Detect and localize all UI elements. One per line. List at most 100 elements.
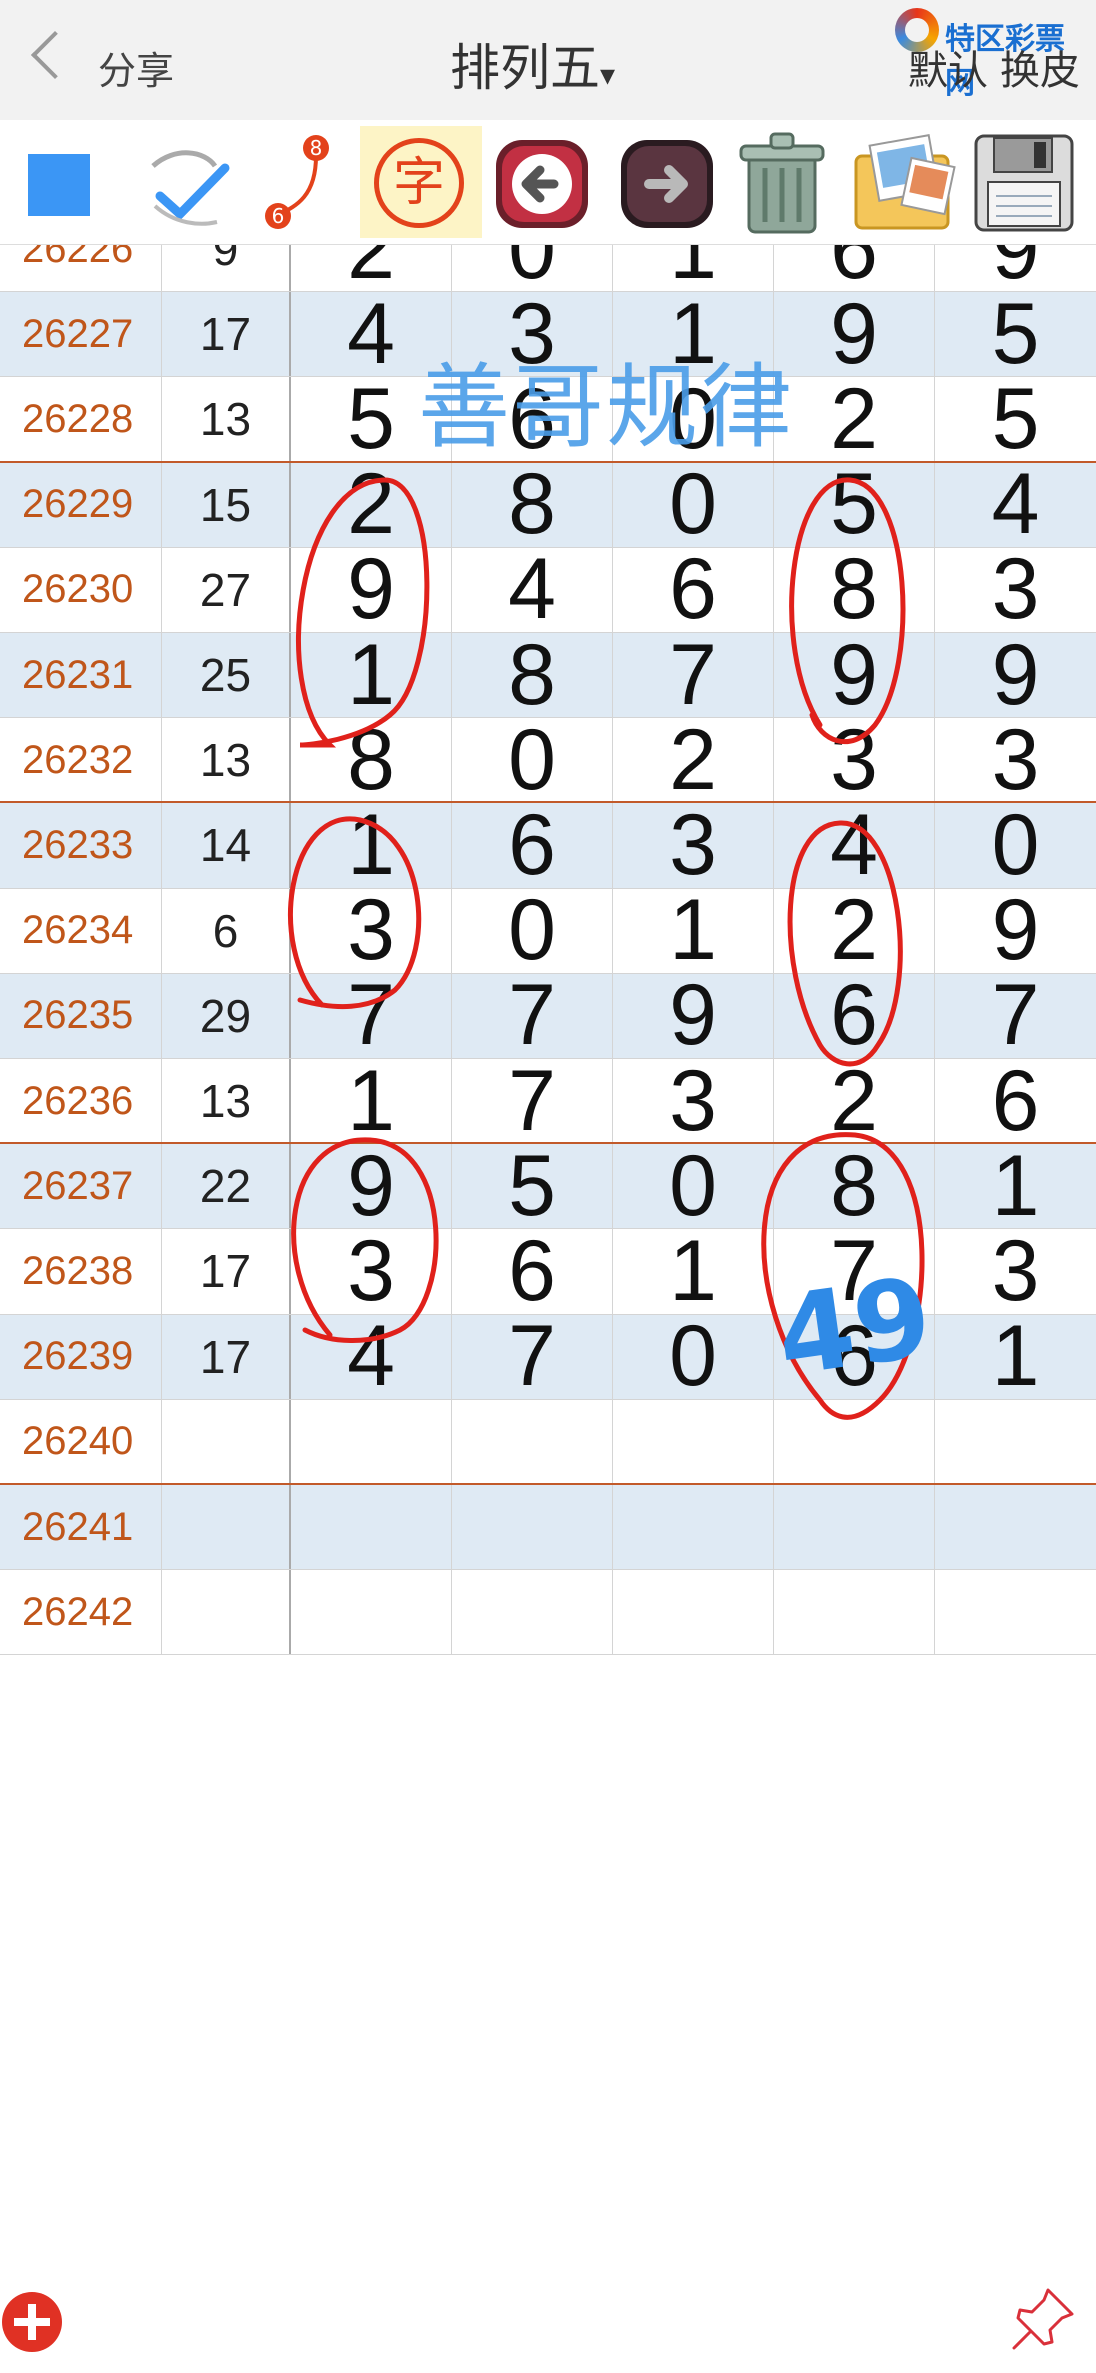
- digit-position-1[interactable]: [291, 1399, 452, 1484]
- digit-position-1[interactable]: 3: [291, 882, 452, 978]
- digit-position-2[interactable]: 6: [452, 1223, 613, 1319]
- digit-position-1[interactable]: 4: [291, 1308, 452, 1404]
- image-icon[interactable]: [848, 126, 960, 238]
- digit-position-1[interactable]: 7: [291, 967, 452, 1063]
- digit-position-4[interactable]: [774, 1485, 935, 1570]
- digit-position-1[interactable]: 3: [291, 1223, 452, 1319]
- digit-position-1[interactable]: 9: [291, 1138, 452, 1234]
- digit-position-5[interactable]: 9: [935, 627, 1096, 723]
- digit-position-5[interactable]: 5: [935, 371, 1096, 467]
- table-row[interactable]: 26237 22 9 5 0 8 1: [0, 1138, 1096, 1234]
- table-row[interactable]: 26239 17 4 7 0 6 1: [0, 1308, 1096, 1404]
- digit-position-4[interactable]: 2: [774, 371, 935, 467]
- digit-position-3[interactable]: 3: [613, 797, 774, 893]
- text-icon[interactable]: 字: [360, 126, 482, 238]
- digit-position-2[interactable]: 0: [452, 882, 613, 978]
- digit-position-2[interactable]: 6: [452, 797, 613, 893]
- results-table[interactable]: 26226 9 2 0 1 6 9 26227 17 4 3 1 9 5 26228 13 5 6 0 2 5 26229…: [0, 245, 1096, 2373]
- digit-position-4[interactable]: [774, 1399, 935, 1484]
- digit-position-5[interactable]: 3: [935, 712, 1096, 808]
- digit-position-2[interactable]: 8: [452, 627, 613, 723]
- digit-position-1[interactable]: 2: [291, 456, 452, 552]
- table-row[interactable]: 26242: [0, 1570, 1096, 1656]
- back-button[interactable]: 分享: [30, 30, 180, 93]
- table-row[interactable]: 26238 17 3 6 1 7 3: [0, 1223, 1096, 1319]
- digit-position-5[interactable]: 6: [935, 1053, 1096, 1149]
- digit-position-4[interactable]: 6: [774, 967, 935, 1063]
- digit-position-5[interactable]: 0: [935, 797, 1096, 893]
- square-color-icon[interactable]: [28, 154, 90, 216]
- digit-position-3[interactable]: [613, 1485, 774, 1570]
- add-button[interactable]: [2, 2292, 62, 2352]
- digit-position-5[interactable]: [935, 1400, 1096, 1484]
- table-row[interactable]: 26230 27 9 4 6 8 3: [0, 541, 1096, 637]
- digit-position-2[interactable]: 0: [452, 712, 613, 808]
- table-row[interactable]: 26240: [0, 1399, 1096, 1485]
- digit-position-3[interactable]: 2: [613, 712, 774, 808]
- digit-position-3[interactable]: 0: [613, 1138, 774, 1234]
- table-row[interactable]: 26229 15 2 8 0 5 4: [0, 456, 1096, 552]
- digit-position-4[interactable]: 9: [774, 286, 935, 382]
- digit-position-4[interactable]: 2: [774, 882, 935, 978]
- digit-position-4[interactable]: 7: [774, 1223, 935, 1319]
- digit-position-5[interactable]: 1: [935, 1138, 1096, 1234]
- digit-position-2[interactable]: [452, 1570, 613, 1655]
- digit-position-5[interactable]: 7: [935, 967, 1096, 1063]
- digit-position-5[interactable]: 4: [935, 456, 1096, 552]
- digit-position-2[interactable]: [452, 1485, 613, 1570]
- digit-position-3[interactable]: 1: [613, 882, 774, 978]
- digit-position-3[interactable]: 1: [613, 1223, 774, 1319]
- digit-position-5[interactable]: [935, 1485, 1096, 1569]
- digit-position-5[interactable]: 3: [935, 1223, 1096, 1319]
- digit-position-4[interactable]: 2: [774, 1053, 935, 1149]
- digit-position-4[interactable]: 8: [774, 1138, 935, 1234]
- table-row[interactable]: 26234 6 3 0 1 2 9: [0, 882, 1096, 978]
- undo-icon[interactable]: [490, 126, 595, 238]
- table-row[interactable]: 26241: [0, 1485, 1096, 1571]
- digit-position-3[interactable]: [613, 1570, 774, 1655]
- digit-position-1[interactable]: 9: [291, 541, 452, 637]
- digit-position-1[interactable]: 1: [291, 1053, 452, 1149]
- digit-position-2[interactable]: 7: [452, 1308, 613, 1404]
- digit-position-3[interactable]: 7: [613, 627, 774, 723]
- digit-position-5[interactable]: 9: [935, 882, 1096, 978]
- table-row[interactable]: 26233 14 1 6 3 4 0: [0, 797, 1096, 893]
- pin-icon[interactable]: [1008, 2282, 1080, 2354]
- redo-icon[interactable]: [615, 126, 720, 238]
- digit-position-3[interactable]: [613, 1399, 774, 1484]
- digit-position-2[interactable]: [452, 1399, 613, 1484]
- share-label[interactable]: 分享: [98, 40, 174, 95]
- digit-position-4[interactable]: 9: [774, 627, 935, 723]
- table-row[interactable]: 26232 13 8 0 2 3 3: [0, 712, 1096, 808]
- digit-position-1[interactable]: [291, 1485, 452, 1570]
- digit-position-1[interactable]: 1: [291, 797, 452, 893]
- digit-position-2[interactable]: 4: [452, 541, 613, 637]
- digit-position-3[interactable]: 3: [613, 1053, 774, 1149]
- digit-position-5[interactable]: 5: [935, 286, 1096, 382]
- trash-icon[interactable]: [725, 126, 837, 238]
- digit-position-4[interactable]: 8: [774, 541, 935, 637]
- digit-position-3[interactable]: 0: [613, 1308, 774, 1404]
- digit-position-3[interactable]: 0: [613, 456, 774, 552]
- table-row[interactable]: 26235 29 7 7 9 6 7: [0, 967, 1096, 1063]
- digit-position-4[interactable]: 6: [774, 1308, 935, 1404]
- lottery-type-selector[interactable]: 排列五▾: [450, 28, 615, 100]
- change-skin-button[interactable]: 换皮: [1000, 48, 1080, 94]
- save-icon[interactable]: [968, 126, 1080, 238]
- digit-position-3[interactable]: 6: [613, 541, 774, 637]
- digit-position-4[interactable]: [774, 1570, 935, 1655]
- pen-icon[interactable]: [145, 126, 235, 238]
- digit-position-5[interactable]: [935, 1570, 1096, 1654]
- digit-position-3[interactable]: 9: [613, 967, 774, 1063]
- digit-position-2[interactable]: 7: [452, 967, 613, 1063]
- digit-position-2[interactable]: 8: [452, 456, 613, 552]
- digit-position-5[interactable]: 1: [935, 1308, 1096, 1404]
- digit-position-5[interactable]: 3: [935, 541, 1096, 637]
- digit-position-2[interactable]: 5: [452, 1138, 613, 1234]
- digit-position-4[interactable]: 3: [774, 712, 935, 808]
- digit-position-2[interactable]: 7: [452, 1053, 613, 1149]
- table-row[interactable]: 26231 25 1 8 7 9 9: [0, 627, 1096, 723]
- digit-position-1[interactable]: 8: [291, 712, 452, 808]
- line-icon[interactable]: 6 8: [258, 126, 338, 238]
- table-row[interactable]: 26236 13 1 7 3 2 6: [0, 1053, 1096, 1149]
